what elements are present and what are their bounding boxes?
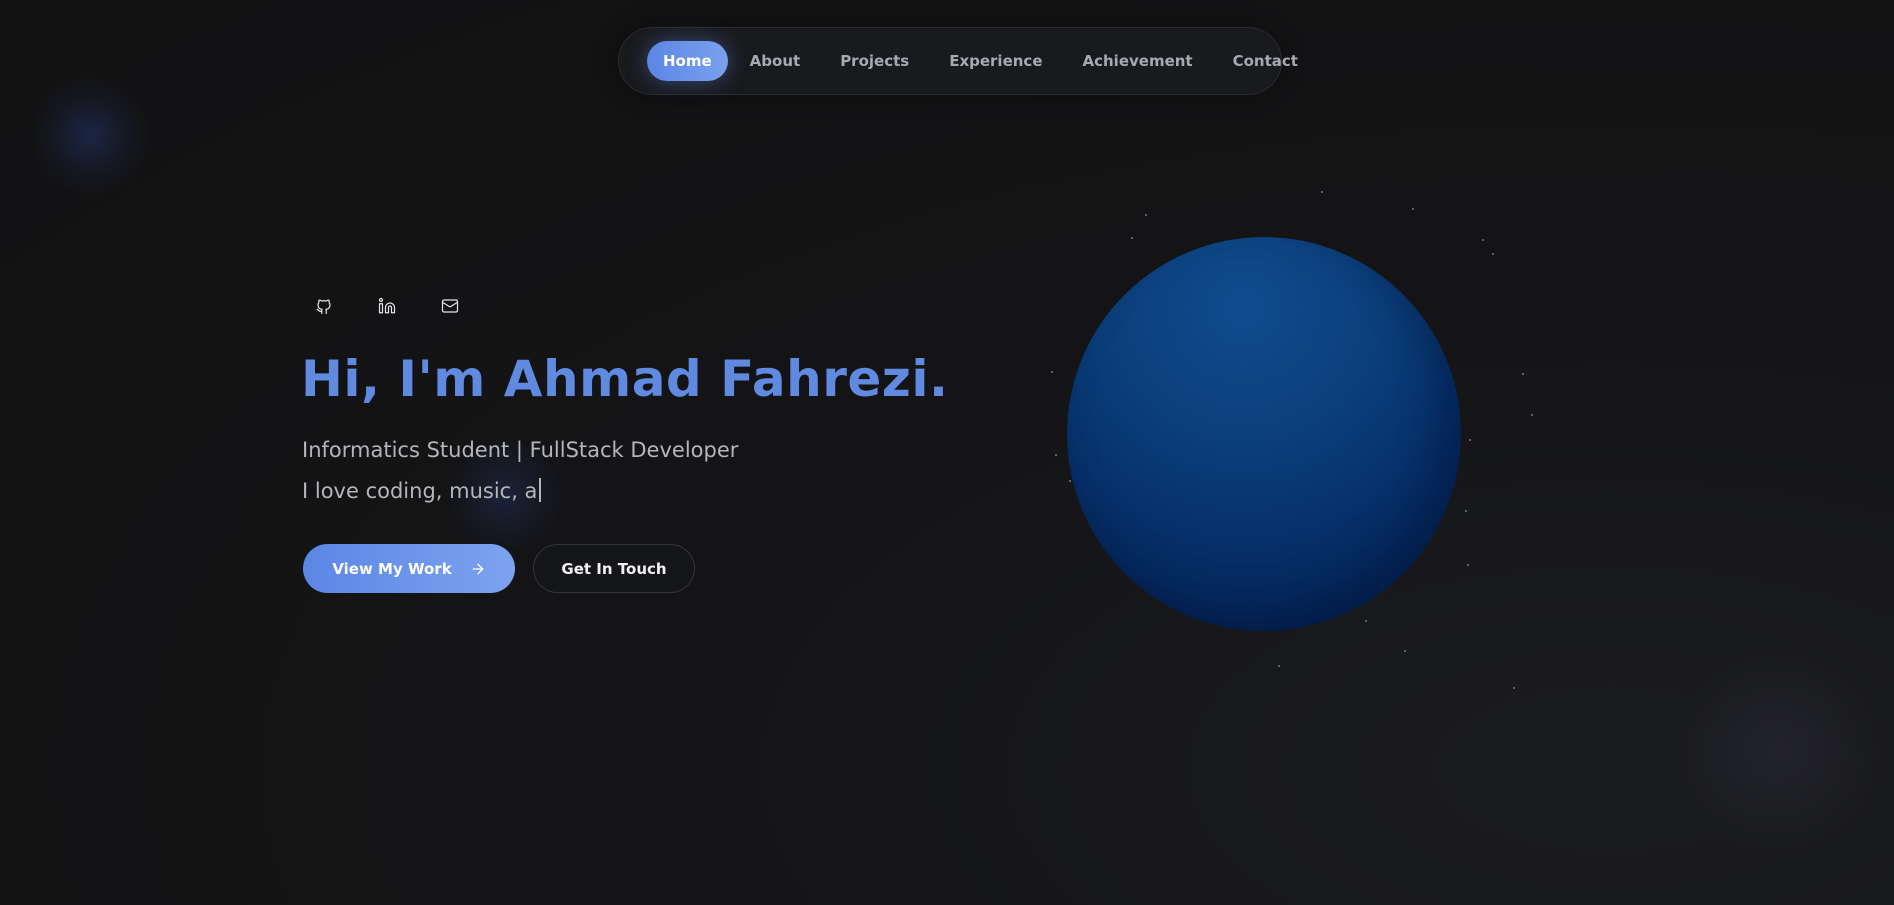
mail-icon	[441, 299, 459, 313]
star-field	[1051, 191, 1533, 689]
nav-item-achievement[interactable]: Achievement	[1067, 41, 1209, 81]
linkedin-link[interactable]	[374, 293, 400, 319]
typing-cursor	[539, 478, 542, 502]
nav-item-contact[interactable]: Contact	[1217, 41, 1314, 81]
linkedin-icon	[378, 297, 396, 314]
email-link[interactable]	[437, 293, 463, 319]
get-in-touch-button[interactable]: Get In Touch	[533, 544, 695, 593]
hero-typing-line: I love coding, music, a	[302, 478, 542, 503]
view-my-work-label: View My Work	[332, 559, 452, 578]
nav-item-about[interactable]: About	[734, 41, 817, 81]
planet-graphic	[1067, 237, 1461, 631]
page: Home About Projects Experience Achieveme…	[0, 0, 1894, 905]
github-icon	[316, 299, 331, 315]
social-links	[311, 293, 500, 319]
background-glow	[30, 75, 150, 195]
hero-title: Hi, I'm Ahmad Fahrezi.	[301, 350, 949, 408]
background-glow	[1680, 640, 1880, 860]
nav-item-experience[interactable]: Experience	[933, 41, 1058, 81]
view-my-work-button[interactable]: View My Work	[303, 544, 515, 593]
nav-item-home[interactable]: Home	[647, 41, 728, 81]
typing-text: I love coding, music, a	[302, 479, 538, 503]
hero-subtitle: Informatics Student | FullStack Develope…	[302, 438, 739, 462]
arrow-right-icon	[470, 561, 486, 577]
top-navigation: Home About Projects Experience Achieveme…	[618, 27, 1298, 95]
nav-item-projects[interactable]: Projects	[824, 41, 925, 81]
github-link[interactable]	[311, 293, 337, 319]
